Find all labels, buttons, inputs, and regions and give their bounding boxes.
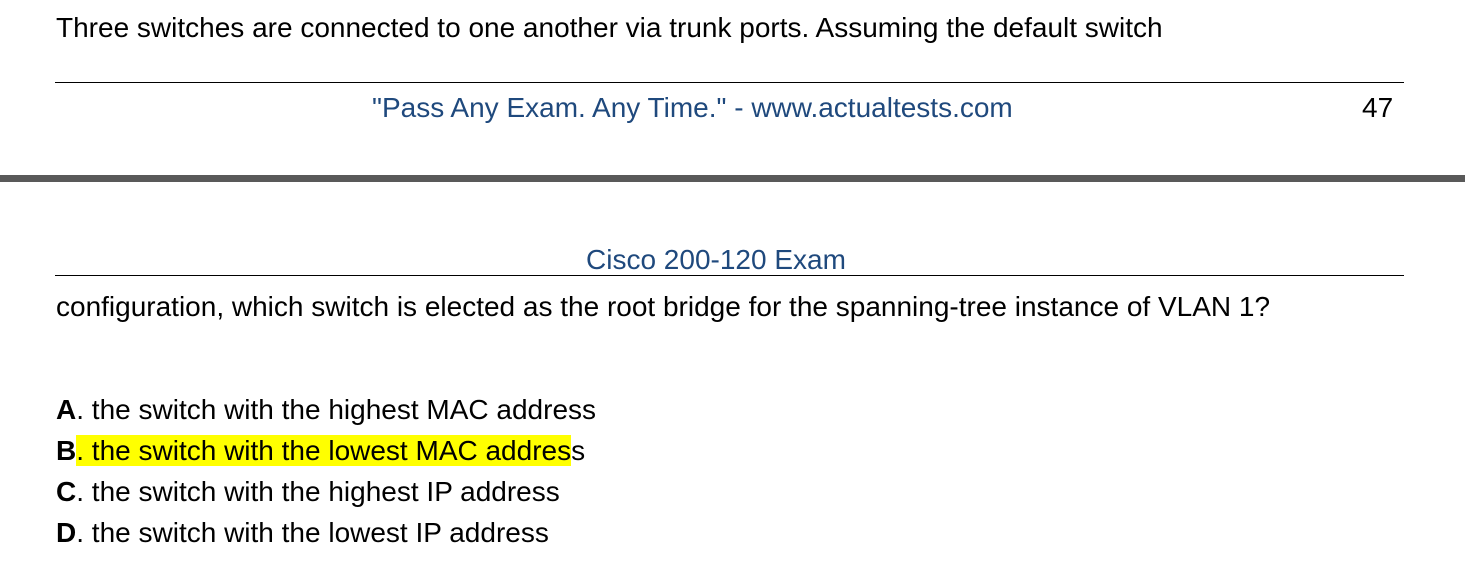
option-text: the switch with the highest IP address: [91, 476, 560, 507]
footer-slogan: "Pass Any Exam. Any Time." - www.actualt…: [372, 92, 1013, 123]
option-period: .: [76, 476, 92, 507]
option-letter: D: [56, 517, 77, 548]
footer-rule: [55, 82, 1404, 83]
question-text-part-1: Three switches are connected to one anot…: [56, 12, 1163, 43]
option-letter: C: [56, 476, 77, 507]
option-period: .: [76, 517, 92, 548]
page-separator: [0, 175, 1465, 182]
option-period: .: [76, 394, 92, 425]
answer-option-d: D. the switch with the lowest IP address: [56, 517, 549, 549]
answer-option-c: C. the switch with the highest IP addres…: [56, 476, 560, 508]
option-letter: A: [56, 394, 77, 425]
option-letter: B: [56, 435, 77, 466]
page-number: 47: [1362, 92, 1394, 123]
answer-option-a: A. the switch with the highest MAC addre…: [56, 394, 596, 426]
question-text-part-2: configuration, which switch is elected a…: [56, 291, 1271, 322]
option-text: the switch with the highest MAC address: [91, 394, 597, 425]
option-text: the switch with the lowest IP address: [91, 517, 549, 548]
answer-option-b: B. the switch with the lowest MAC addres…: [56, 435, 585, 467]
header-title: Cisco 200-120 Exam: [586, 244, 846, 275]
option-text-rest: s: [571, 435, 586, 466]
header-rule: [55, 275, 1404, 276]
highlighted-text: . the switch with the lowest MAC addres: [76, 435, 572, 466]
